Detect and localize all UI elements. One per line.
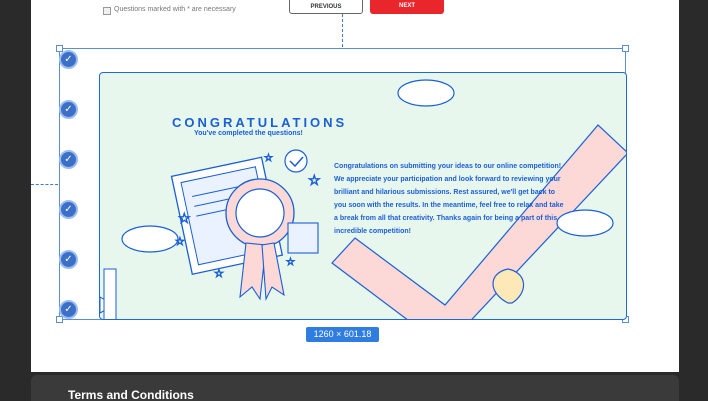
action-rail: ✓ ✓ ✓ ✓ ✓ ✓ bbox=[58, 50, 80, 320]
terms-title: Terms and Conditions bbox=[68, 388, 194, 401]
svg-text:☆: ☆ bbox=[308, 173, 321, 189]
svg-text:☆: ☆ bbox=[175, 235, 185, 248]
check-icon[interactable]: ✓ bbox=[59, 50, 78, 69]
terms-section: Terms and Conditions bbox=[31, 375, 679, 401]
check-icon[interactable]: ✓ bbox=[59, 250, 78, 269]
required-note: Questions marked with * are necessary bbox=[114, 6, 236, 13]
next-button[interactable]: NEXT bbox=[370, 0, 444, 14]
previous-button[interactable]: PREVIOUS bbox=[289, 0, 363, 14]
svg-text:☆: ☆ bbox=[286, 257, 295, 268]
check-icon[interactable]: ✓ bbox=[59, 200, 78, 219]
resize-handle-top-right[interactable] bbox=[622, 45, 629, 52]
congratulations-subtitle: You've completed the questions! bbox=[194, 130, 303, 137]
editor-canvas: Questions marked with * are necessary PR… bbox=[31, 0, 679, 372]
svg-text:☆: ☆ bbox=[264, 153, 273, 164]
check-icon[interactable]: ✓ bbox=[59, 100, 78, 119]
form-footer: Questions marked with * are necessary PR… bbox=[31, 0, 679, 22]
alignment-guide-horizontal bbox=[31, 184, 58, 185]
congratulations-illustration[interactable]: ☆ ☆ ☆ ☆ ☆ ☆ CONGRATULATIONS You've compl… bbox=[99, 72, 627, 320]
required-checkbox[interactable] bbox=[103, 7, 111, 15]
check-icon[interactable]: ✓ bbox=[59, 300, 78, 319]
right-gutter bbox=[679, 0, 708, 401]
check-icon[interactable]: ✓ bbox=[59, 150, 78, 169]
svg-text:☆: ☆ bbox=[178, 211, 191, 227]
dimension-badge: 1260 × 601.18 bbox=[306, 327, 379, 342]
alignment-guide-vertical bbox=[342, 14, 343, 47]
svg-text:☆: ☆ bbox=[214, 267, 224, 280]
congratulations-body: Congratulations on submitting your ideas… bbox=[334, 163, 564, 235]
congratulations-heading: CONGRATULATIONS bbox=[172, 115, 348, 130]
